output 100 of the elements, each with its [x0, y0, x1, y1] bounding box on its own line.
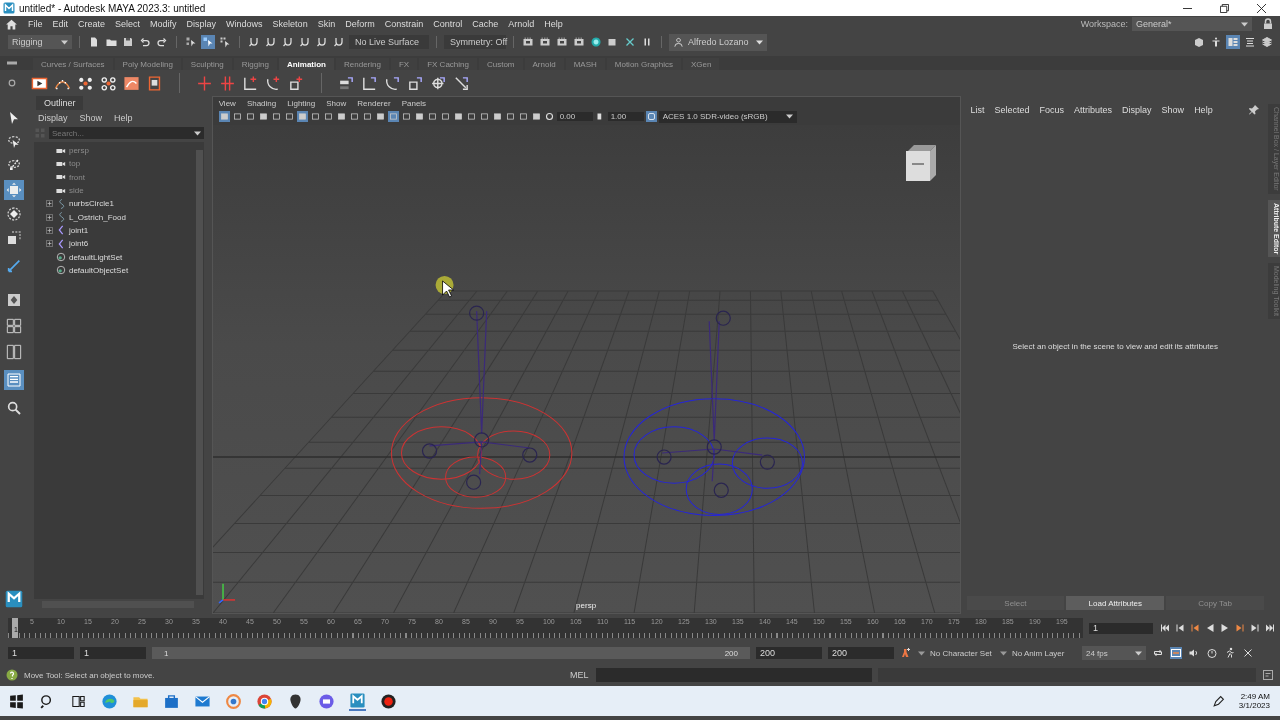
menu-item[interactable]: Help [1194, 105, 1213, 115]
outliner-item[interactable]: front [68, 172, 85, 182]
live-surface-field[interactable]: No Live Surface [349, 35, 429, 49]
pole-vector-icon[interactable] [453, 74, 470, 92]
playback-start-field[interactable]: 1 [80, 647, 146, 659]
step-back-key-icon[interactable] [1174, 622, 1186, 634]
parent-constraint-icon[interactable] [338, 74, 355, 92]
home-icon[interactable] [5, 17, 18, 31]
set-key-icon[interactable] [196, 74, 213, 92]
undo-icon[interactable] [138, 35, 152, 49]
playback-end-field[interactable]: 200 [756, 647, 822, 659]
view-cube-icon[interactable] [903, 143, 938, 183]
aim-constraint-icon[interactable] [430, 74, 447, 92]
chat-app-icon[interactable] [318, 692, 335, 710]
snap-point-icon[interactable] [281, 35, 295, 49]
expand-icon[interactable] [45, 213, 53, 221]
rotate-key-icon[interactable] [265, 74, 282, 92]
select-component-icon[interactable] [218, 35, 232, 49]
start-time-field[interactable]: 1 [8, 647, 74, 659]
menu-item[interactable]: Modify [150, 19, 177, 29]
hypershade-icon[interactable] [589, 35, 603, 49]
shelf-tab[interactable]: FX [390, 58, 418, 70]
outliner-item[interactable]: nurbsCircle1 [68, 199, 114, 209]
redo-icon[interactable] [155, 35, 169, 49]
shelf-tab[interactable]: Sculpting [182, 58, 232, 70]
outliner-item[interactable]: persp [68, 146, 89, 156]
expand-icon[interactable] [45, 226, 53, 234]
make-live-icon[interactable] [332, 35, 346, 49]
anim-layer-dropdown[interactable]: No Anim Layer [1000, 648, 1076, 658]
menu-item[interactable]: Selected [994, 105, 1030, 115]
four-view-icon[interactable] [5, 318, 22, 334]
shelf-tab[interactable]: Curves / Surfaces [33, 58, 113, 70]
app-icon[interactable] [225, 692, 242, 710]
menu-item[interactable]: Display [186, 19, 217, 29]
render-frame-icon[interactable] [521, 35, 535, 49]
current-frame-field[interactable]: 1 [1089, 622, 1153, 634]
move-tool-button[interactable] [3, 180, 24, 200]
menu-item[interactable]: Control [433, 19, 463, 29]
script-editor-icon[interactable] [1262, 669, 1274, 681]
panel-tab[interactable]: Outliner [35, 96, 84, 110]
menu-item[interactable]: Constrain [384, 19, 424, 29]
outliner-item[interactable]: joint1 [68, 225, 89, 235]
shelf-tab[interactable]: MASH [565, 58, 605, 70]
search-input[interactable]: Search... [51, 128, 194, 138]
outliner-item[interactable]: defaultLightSet [68, 252, 123, 262]
outliner-item[interactable]: joint6 [68, 239, 89, 249]
outliner-item[interactable]: top [68, 159, 81, 169]
snap-grid-icon[interactable] [247, 35, 261, 49]
search-field[interactable]: Search... [48, 127, 204, 139]
menu-item[interactable]: Show [326, 99, 347, 108]
shelf-tab[interactable]: Arnold [524, 58, 564, 70]
step-back-icon[interactable] [1189, 622, 1201, 634]
caret-icon[interactable] [193, 130, 201, 136]
color-management-icon[interactable] [645, 111, 657, 122]
menu-item[interactable]: Edit [52, 19, 69, 29]
menu-item[interactable]: Show [1161, 105, 1185, 115]
search-icon[interactable] [5, 400, 22, 416]
workspace-dropdown[interactable]: General* [1132, 17, 1252, 31]
loop-icon[interactable] [1152, 647, 1164, 659]
restore-icon[interactable] [1220, 3, 1229, 13]
menu-item[interactable]: Create [78, 19, 106, 29]
menu-set-dropdown[interactable]: Rigging [8, 35, 72, 49]
menu-item[interactable]: Skeleton [272, 19, 308, 29]
shelf-tab[interactable]: Motion Graphics [606, 58, 681, 70]
attribute-editor-button[interactable]: Load Attributes [1066, 596, 1165, 610]
shelf-tab[interactable]: FX Caching [419, 58, 477, 70]
command-line-field[interactable] [596, 668, 872, 682]
color-space-dropdown[interactable]: ACES 1.0 SDR-video (sRGB) [658, 110, 797, 123]
expand-icon[interactable] [45, 200, 53, 208]
sound-icon[interactable] [1188, 647, 1200, 659]
menu-item[interactable]: Windows [226, 19, 263, 29]
render-settings-icon[interactable] [555, 35, 569, 49]
fps-dropdown[interactable]: 24 fps [1082, 646, 1146, 660]
menu-item[interactable]: Focus [1039, 105, 1065, 115]
menu-item[interactable]: View [218, 99, 236, 108]
ipr-render-icon[interactable] [538, 35, 552, 49]
layers-icon[interactable] [1260, 35, 1274, 49]
modeling-toolkit-icon[interactable] [1192, 35, 1206, 49]
snap-projected-icon[interactable] [298, 35, 312, 49]
outliner-item[interactable]: L_Ostrich_Food [68, 212, 126, 222]
auto-key-icon[interactable] [900, 647, 912, 659]
maya-app-icon[interactable] [349, 691, 366, 711]
windows-start-icon[interactable] [8, 692, 25, 710]
range-bar[interactable]: 1 200 [152, 647, 750, 659]
menu-item[interactable]: File [28, 19, 43, 29]
go-to-start-icon[interactable] [1159, 622, 1171, 634]
orient-constraint-icon[interactable] [384, 74, 401, 92]
character-set-dropdown[interactable]: No Character Set [918, 648, 994, 658]
shelf-settings-icon[interactable] [7, 79, 17, 87]
outliner-layout-icon[interactable] [3, 370, 24, 390]
menu-item[interactable]: Display [37, 113, 68, 123]
cache-playback-icon[interactable] [1170, 647, 1182, 659]
step-forward-key-icon[interactable] [1249, 622, 1261, 634]
menu-item[interactable]: Deform [345, 19, 375, 29]
scale-key-icon[interactable] [288, 74, 305, 92]
user-account-dropdown[interactable]: Alfredo Lozano [669, 33, 767, 51]
single-view-icon[interactable] [5, 292, 22, 308]
menu-item[interactable]: Renderer [357, 99, 391, 108]
snap-view-icon[interactable] [315, 35, 329, 49]
select-hierarchy-icon[interactable] [184, 35, 198, 49]
